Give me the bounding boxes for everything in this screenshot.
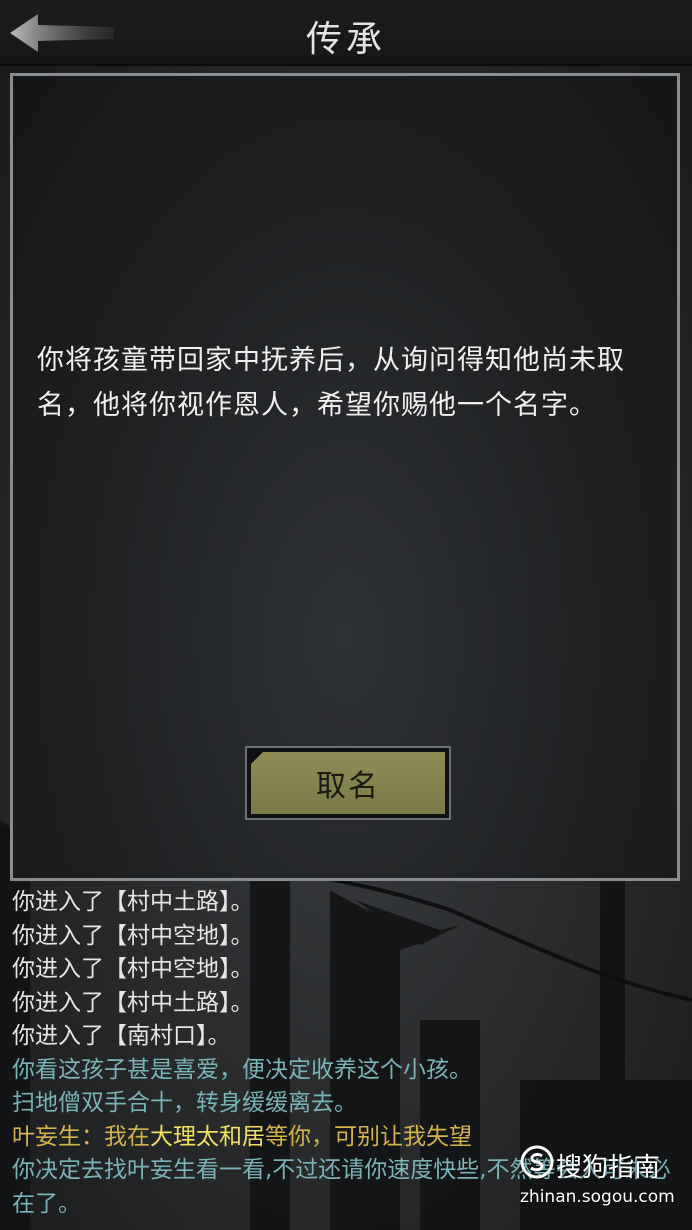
top-bar: 传承 (0, 0, 692, 66)
watermark-brand: 搜狗指南 (556, 1153, 661, 1183)
page-title: 传承 (305, 19, 386, 60)
sogou-logo-icon (520, 1145, 554, 1179)
dialog-message: 你将孩童带回家中抚养后，从询问得知他尚未取名，他将你视作恩人，希望你赐他一个名字… (37, 345, 625, 421)
npc-dialog-suffix: 等你，可别让我失望 (265, 1123, 472, 1150)
log-line: 你进入了【南村口】。 (12, 1023, 231, 1049)
log-line: 你进入了【村中土路】。 (12, 989, 254, 1016)
log-line: 你进入了【村中空地】。 (12, 922, 254, 949)
log-line: 你进入了【村中土路】。 (12, 889, 254, 915)
log-line: 你看这孩子甚是喜爱，便决定收养这个小孩。 (12, 1056, 472, 1083)
sogou-watermark: 搜狗指南 zhinan.sogou.com (520, 1143, 690, 1223)
name-button[interactable]: 取名 (245, 746, 451, 820)
watermark-url: zhinan.sogou.com (520, 1187, 675, 1207)
npc-dialog-prefix: 叶妄生：我在 (12, 1123, 150, 1150)
log-line: 你进入了【村中空地】。 (12, 956, 254, 982)
event-dialog: 你将孩童带回家中抚养后，从询问得知他尚未取名，他将你视作恩人，希望你赐他一个名字… (10, 73, 680, 881)
log-line: 扫地僧双手合十，转身缓缓离去。 (12, 1090, 357, 1116)
name-button-label: 取名 (251, 752, 445, 814)
location-highlight: 大理太和居 (150, 1123, 265, 1150)
